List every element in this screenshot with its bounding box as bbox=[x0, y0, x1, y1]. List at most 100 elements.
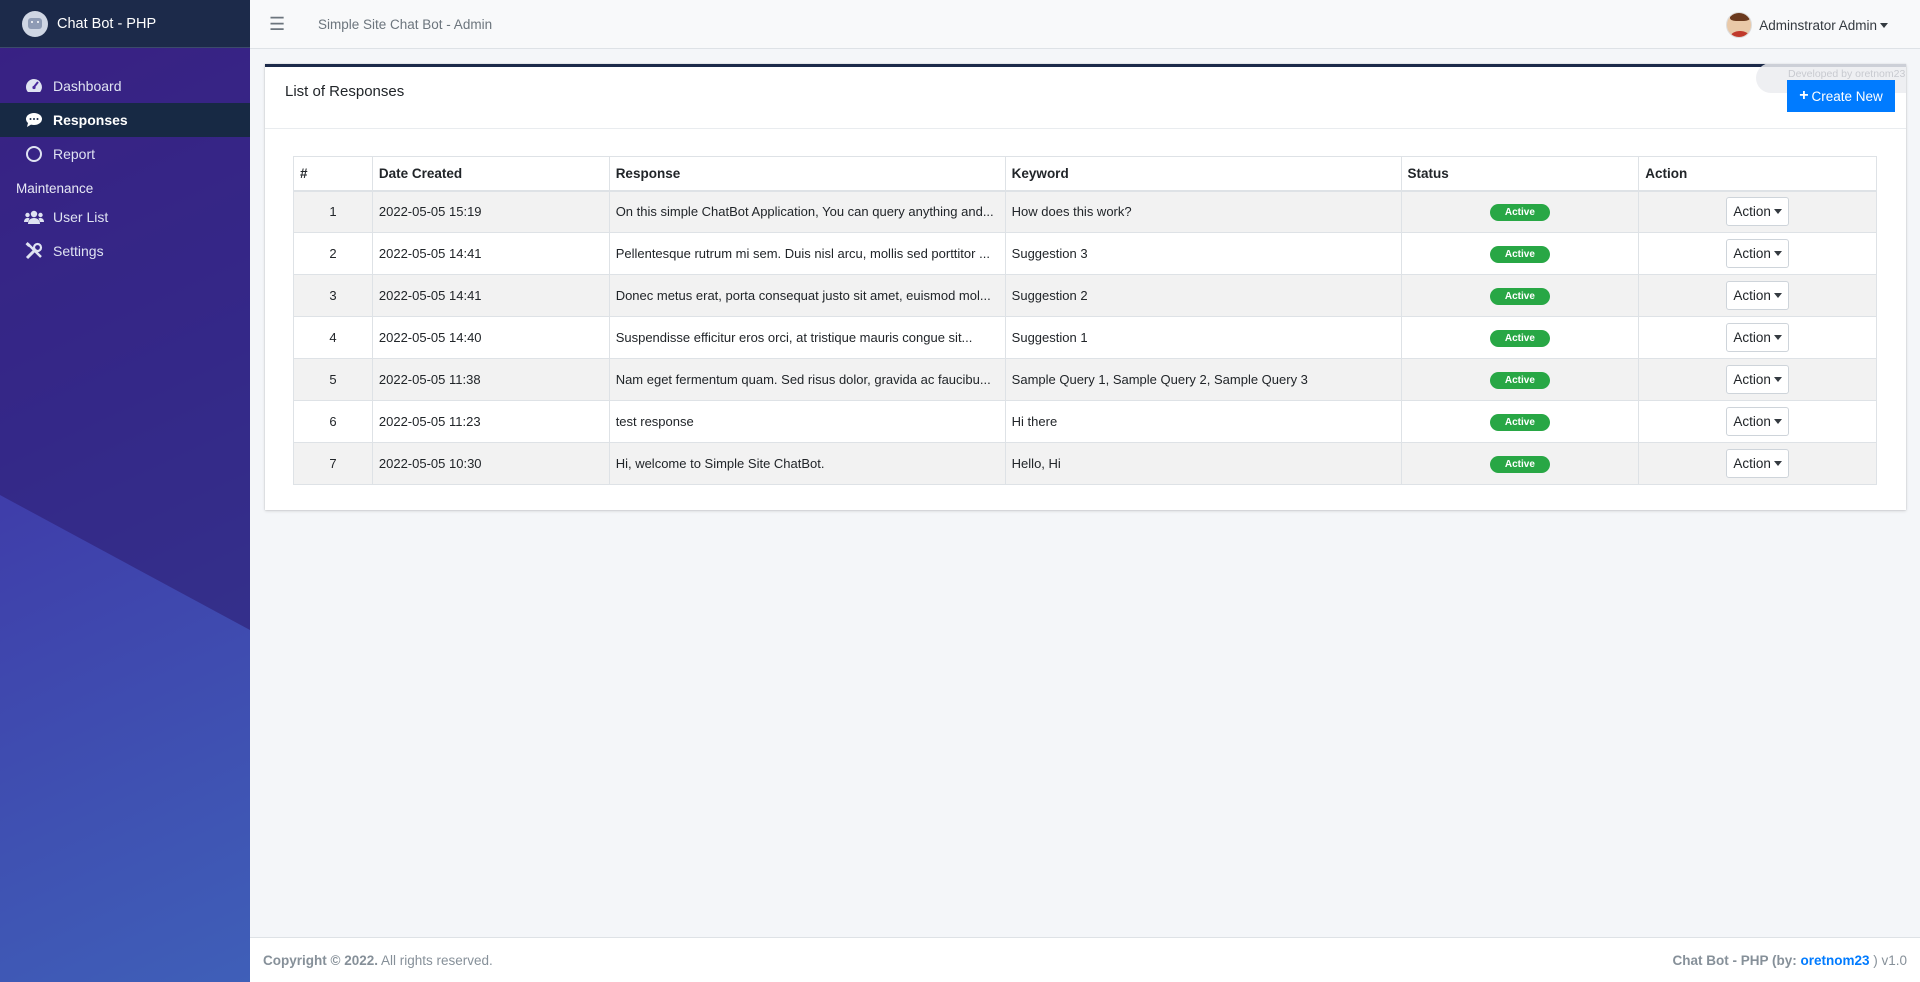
sidebar-item-dashboard[interactable]: Dashboard bbox=[0, 69, 250, 103]
action-dropdown-button[interactable]: Action bbox=[1726, 407, 1789, 436]
action-dropdown-button[interactable]: Action bbox=[1726, 323, 1789, 352]
cell-status: Active bbox=[1400, 274, 1640, 317]
table-row: 5 2022-05-05 11:38 Nam eget fermentum quam… bbox=[293, 358, 1877, 401]
cell-number: 1 bbox=[293, 190, 373, 233]
status-badge: Active bbox=[1489, 245, 1550, 263]
user-name: Adminstrator Admin bbox=[1759, 17, 1877, 33]
cell-date: 2022-05-05 14:40 bbox=[371, 316, 610, 359]
caret-down-icon bbox=[1773, 209, 1782, 215]
action-dropdown-button[interactable]: Action bbox=[1726, 239, 1789, 268]
action-dropdown-button[interactable]: Action bbox=[1726, 281, 1789, 310]
caret-down-icon bbox=[1880, 22, 1888, 28]
action-dropdown-button[interactable]: Action bbox=[1726, 449, 1789, 478]
sidebar: Chat Bot - PHP Dashboard Responses Repor… bbox=[0, 0, 250, 982]
create-new-button[interactable]: + Create New bbox=[1787, 80, 1895, 112]
sidebar-nav: Dashboard Responses Report Maintenance U… bbox=[0, 48, 250, 268]
action-dropdown-button[interactable]: Action bbox=[1726, 197, 1789, 227]
cell-number: 6 bbox=[293, 400, 373, 443]
chatbot-logo-icon bbox=[22, 10, 48, 37]
site-title: Simple Site Chat Bot - Admin bbox=[318, 16, 493, 32]
column-header-action: Action bbox=[1638, 156, 1877, 192]
copyright: Copyright © 2022. All rights reserved. bbox=[263, 953, 493, 968]
caret-down-icon bbox=[1773, 461, 1782, 466]
dashboard-icon bbox=[24, 76, 44, 96]
sidebar-item-responses[interactable]: Responses bbox=[0, 103, 250, 137]
table-row: 1 2022-05-05 15:19 On this simple ChatBot … bbox=[293, 190, 1877, 233]
cell-status: Active bbox=[1400, 358, 1640, 401]
brand[interactable]: Chat Bot - PHP bbox=[0, 0, 250, 48]
credit: Chat Bot - PHP (by: oretnom23 ) v1.0 bbox=[1672, 953, 1907, 968]
responses-table: # Date Created Response Keyword Status A… bbox=[293, 156, 1877, 485]
footer: Copyright © 2022. All rights reserved. C… bbox=[250, 937, 1920, 982]
action-label: Action bbox=[1733, 414, 1771, 429]
sidebar-item-label: Dashboard bbox=[53, 78, 122, 94]
caret-down-icon bbox=[1773, 251, 1782, 256]
sidebar-item-label: Report bbox=[53, 146, 96, 162]
cell-status: Active bbox=[1400, 442, 1640, 485]
cell-number: 3 bbox=[293, 274, 373, 317]
card-title: List of Responses bbox=[285, 83, 405, 100]
column-header-date: Date Created bbox=[371, 156, 610, 192]
action-dropdown-button[interactable]: Action bbox=[1726, 365, 1789, 394]
cell-action: Action bbox=[1638, 358, 1877, 401]
action-label: Action bbox=[1733, 246, 1771, 261]
cell-date: 2022-05-05 11:23 bbox=[371, 400, 610, 443]
user-menu[interactable]: Adminstrator Admin bbox=[1726, 12, 1888, 38]
cell-keyword: Hi there bbox=[1004, 400, 1402, 443]
action-label: Action bbox=[1733, 456, 1771, 471]
credit-suffix: ) v1.0 bbox=[1869, 952, 1907, 968]
cell-keyword: Suggestion 2 bbox=[1004, 274, 1402, 317]
caret-down-icon bbox=[1773, 419, 1782, 424]
plus-icon: + bbox=[1799, 87, 1809, 104]
cell-status: Active bbox=[1400, 400, 1640, 443]
cell-date: 2022-05-05 14:41 bbox=[371, 232, 610, 275]
cell-status: Active bbox=[1400, 232, 1640, 275]
table-row: 7 2022-05-05 10:30 Hi, welcome to Simple S… bbox=[293, 442, 1877, 485]
credit-link[interactable]: oretnom23 bbox=[1800, 953, 1869, 968]
caret-down-icon bbox=[1773, 377, 1782, 382]
credit-prefix: Chat Bot - PHP (by: bbox=[1672, 952, 1801, 968]
action-label: Action bbox=[1733, 288, 1771, 303]
status-badge: Active bbox=[1489, 413, 1550, 431]
table-row: 6 2022-05-05 11:23 test response Hi there Ac… bbox=[293, 400, 1877, 443]
cell-response: test response bbox=[608, 400, 1006, 443]
status-badge: Active bbox=[1489, 203, 1550, 221]
column-header-keyword: Keyword bbox=[1004, 156, 1402, 192]
table-header-row: # Date Created Response Keyword Status A… bbox=[293, 156, 1877, 192]
table-row: 4 2022-05-05 14:40 Suspendisse efficitur e… bbox=[293, 316, 1877, 359]
action-label: Action bbox=[1733, 204, 1771, 220]
tools-icon bbox=[24, 241, 44, 261]
responses-card: List of Responses Developed by oretnom23… bbox=[265, 63, 1906, 510]
cell-keyword: Sample Query 1, Sample Query 2, Sample Q… bbox=[1004, 358, 1402, 401]
action-label: Action bbox=[1733, 330, 1771, 345]
status-badge: Active bbox=[1489, 371, 1550, 389]
cell-response: Pellentesque rutrum mi sem. Duis nisl ar… bbox=[608, 232, 1006, 275]
status-badge: Active bbox=[1489, 287, 1550, 305]
sidebar-item-settings[interactable]: Settings bbox=[0, 234, 250, 268]
table-row: 2 2022-05-05 14:41 Pellentesque rutrum mi … bbox=[293, 232, 1877, 275]
cell-action: Action bbox=[1638, 232, 1877, 275]
table-body: 1 2022-05-05 15:19 On this simple ChatBot … bbox=[293, 190, 1877, 485]
cell-number: 7 bbox=[293, 442, 373, 485]
cell-action: Action bbox=[1638, 442, 1877, 485]
sidebar-item-user-list[interactable]: User List bbox=[0, 200, 250, 234]
comment-icon bbox=[24, 110, 44, 130]
nav-header-maintenance: Maintenance bbox=[16, 181, 94, 196]
cell-response: Nam eget fermentum quam. Sed risus dolor… bbox=[608, 358, 1006, 401]
cell-number: 4 bbox=[293, 316, 373, 359]
cell-number: 2 bbox=[293, 232, 373, 275]
status-badge: Active bbox=[1489, 455, 1550, 473]
cell-keyword: Hello, Hi bbox=[1004, 442, 1402, 485]
cell-keyword: Suggestion 1 bbox=[1004, 316, 1402, 359]
cell-date: 2022-05-05 11:38 bbox=[371, 358, 610, 401]
avatar bbox=[1726, 12, 1753, 38]
hamburger-menu-icon[interactable]: ☰ bbox=[269, 14, 299, 35]
sidebar-item-report[interactable]: Report bbox=[0, 137, 250, 171]
cell-status: Active bbox=[1400, 316, 1640, 359]
cell-action: Action bbox=[1638, 400, 1877, 443]
card-header: List of Responses Developed by oretnom23… bbox=[265, 63, 1906, 129]
cell-response: Donec metus erat, porta consequat justo … bbox=[608, 274, 1006, 317]
sidebar-item-label: Settings bbox=[53, 243, 104, 259]
caret-down-icon bbox=[1773, 293, 1782, 298]
cell-status: Active bbox=[1400, 190, 1640, 233]
